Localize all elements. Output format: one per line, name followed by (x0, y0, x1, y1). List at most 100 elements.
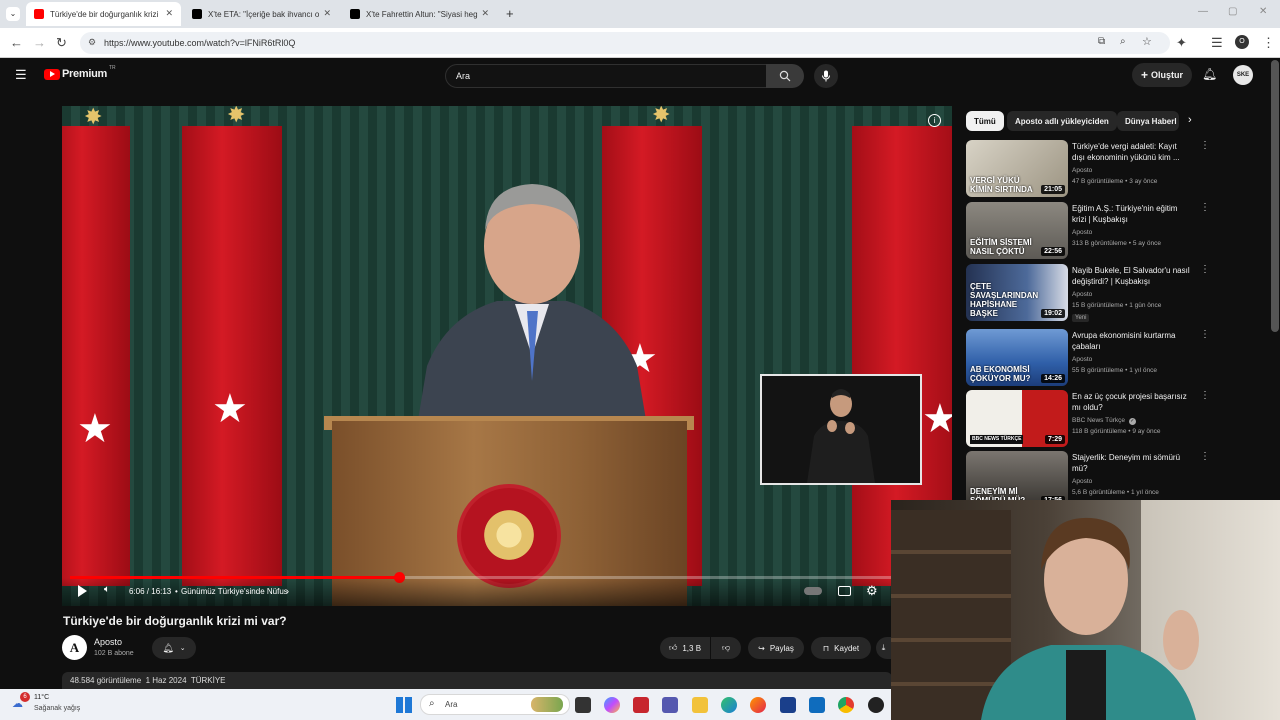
file-explorer-icon[interactable] (692, 697, 708, 713)
chrome-icon[interactable] (838, 697, 854, 713)
store-app-icon[interactable] (780, 697, 796, 713)
browser-tab-x-altun[interactable]: X'te Fahrettin Altun: "Siyasi heg ✕ (342, 2, 497, 26)
like-button[interactable]: 👍︎ 1,3 B (660, 637, 710, 659)
minimize-window-icon[interactable]: — (1198, 6, 1208, 17)
recommendation-channel[interactable]: Aposto (1072, 291, 1092, 298)
browser-tab-x-eta[interactable]: X'te ETA: "İçeriğe bak ihvancı o ✕ (184, 2, 339, 26)
video-title: Türkiye'de bir doğurganlık krizi mi var? (63, 614, 287, 628)
profile-icon[interactable]: O (1235, 35, 1249, 49)
new-tab-icon[interactable]: + (506, 6, 514, 21)
reload-icon[interactable]: ↻ (56, 35, 67, 51)
chip-from-uploader[interactable]: Aposto adlı yükleyiciden (1007, 111, 1117, 131)
recommendation-title[interactable]: Türkiye'de vergi adaleti: Kayıt dışı eko… (1072, 141, 1190, 163)
recommendation-title[interactable]: Stajyerlik: Deneyim mi sömürü mü? (1072, 452, 1190, 474)
tab-label: X'te Fahrettin Altun: "Siyasi heg (366, 9, 478, 19)
settings-gear-icon[interactable]: ⚙ (866, 583, 878, 599)
recommendation-channel[interactable]: BBC News Türkçe ✓ (1072, 417, 1136, 425)
maximize-window-icon[interactable]: ▢ (1228, 6, 1237, 17)
recommendation-item[interactable]: VERGİ YÜKÜ KİMİN SIRTINDA 21:05 Türkiye'… (966, 140, 1216, 198)
url-field[interactable]: ⚙ https://www.youtube.com/watch?v=lFNiR6… (80, 32, 1170, 54)
close-tab-icon[interactable]: ✕ (165, 8, 173, 19)
recommendation-title[interactable]: En az üç çocuk projesi başarısız mı oldu… (1072, 391, 1190, 413)
recommendation-channel[interactable]: Aposto (1072, 478, 1092, 485)
video-thumbnail[interactable]: VERGİ YÜKÜ KİMİN SIRTINDA 21:05 (966, 140, 1068, 197)
chips-next-chevron-icon[interactable]: › (1188, 114, 1192, 126)
hamburger-menu-icon[interactable]: ☰ (15, 67, 27, 83)
channel-avatar[interactable]: A (62, 635, 87, 660)
copilot-icon[interactable] (604, 697, 620, 713)
search-button[interactable] (766, 64, 804, 88)
zoom-icon[interactable]: ⌕ (1120, 36, 1126, 47)
recommendation-channel[interactable]: Aposto (1072, 356, 1092, 363)
taskbar-search[interactable]: ⌕ Ara (420, 694, 570, 715)
search-input[interactable]: Ara (445, 64, 767, 88)
video-player[interactable]: ★ ★ ★ ★ ✸ ✸ ✸ i 🔈︎ 6:06 / 16:13 • Günümü… (62, 106, 952, 606)
video-thumbnail[interactable]: BBC NEWS TÜRKÇE 7:29 (966, 390, 1068, 447)
teams-icon[interactable] (662, 697, 678, 713)
chapter-title[interactable]: Günümüz Türkiye'sinde Nüfus (181, 587, 288, 596)
more-options-icon[interactable]: ⋮ (1200, 202, 1210, 213)
edge-browser-icon[interactable] (721, 697, 737, 713)
chapter-chevron-icon[interactable]: › (286, 586, 289, 596)
share-button[interactable]: ↪ Paylaş (748, 637, 804, 659)
video-thumbnail[interactable]: ÇETE SAVAŞLARINDAN HAPİSHANE BAŞKE 19:02 (966, 264, 1068, 321)
dislike-button[interactable]: 👎︎ (711, 637, 741, 659)
download-button[interactable]: ⤓ (876, 637, 891, 659)
more-options-icon[interactable]: ⋮ (1200, 140, 1210, 151)
recommendation-title[interactable]: Avrupa ekonomisini kurtarma çabaları (1072, 330, 1190, 352)
more-options-icon[interactable]: ⋮ (1200, 329, 1210, 340)
extensions-icon[interactable]: ✦ (1176, 35, 1187, 51)
task-view-icon[interactable] (575, 697, 591, 713)
subscription-bell-button[interactable]: 🔔︎ ⌄ (152, 637, 196, 659)
more-options-icon[interactable]: ⋮ (1200, 390, 1210, 401)
thumbnail-caption: AB EKONOMİSİ ÇÖKÜYOR MU? (970, 365, 1031, 383)
obs-icon[interactable] (868, 697, 884, 713)
recommendation-item[interactable]: ÇETE SAVAŞLARINDAN HAPİSHANE BAŞKE 19:02… (966, 264, 1216, 322)
close-window-icon[interactable]: ✕ (1259, 6, 1267, 17)
account-avatar[interactable]: SKE (1233, 65, 1253, 85)
forward-icon[interactable]: → (33, 35, 46, 50)
player-controls: 🔈︎ 6:06 / 16:13 • Günümüz Türkiye'sinde … (62, 578, 952, 606)
windows-start-icon[interactable] (396, 697, 412, 713)
page-scrollbar[interactable] (1271, 60, 1279, 332)
outlook-icon[interactable] (809, 697, 825, 713)
video-thumbnail[interactable]: EĞİTİM SİSTEMİ NASIL ÇÖKTÜ 22:56 (966, 202, 1068, 259)
recommendation-item[interactable]: BBC NEWS TÜRKÇE 7:29 En az üç çocuk proj… (966, 390, 1216, 448)
reading-list-icon[interactable]: ☰ (1211, 35, 1223, 51)
recommendation-title[interactable]: Nayib Bukele, El Salvador'u nasıl değişt… (1072, 265, 1190, 287)
recommendation-item[interactable]: AB EKONOMİSİ ÇÖKÜYOR MU? 14:26 Avrupa ek… (966, 329, 1216, 387)
tab-list-dropdown-icon[interactable]: ⌄ (6, 7, 20, 21)
notification-count-badge: 6 (20, 692, 30, 702)
play-icon[interactable] (78, 585, 87, 597)
close-tab-icon[interactable]: ✕ (481, 8, 489, 19)
voice-search-button[interactable] (814, 64, 838, 88)
back-icon[interactable]: ← (10, 35, 23, 50)
install-app-icon[interactable]: ⧉ (1098, 36, 1105, 47)
browser-menu-icon[interactable]: ⋮ (1262, 35, 1275, 51)
browser-tab-youtube[interactable]: Türkiye'de bir doğurganlık krizi ✕ (26, 2, 181, 26)
chip-world-news[interactable]: Dünya Haberl (1117, 111, 1179, 131)
channel-name[interactable]: Aposto (94, 637, 122, 647)
chip-all[interactable]: Tümü (966, 111, 1004, 131)
recommendation-channel[interactable]: Aposto (1072, 167, 1092, 174)
info-icon[interactable]: i (928, 114, 941, 127)
notifications-bell-icon[interactable]: 🔔︎ (1202, 67, 1217, 81)
subtitles-icon[interactable] (838, 586, 851, 596)
bookmark-star-icon[interactable]: ☆ (1142, 35, 1152, 48)
site-info-icon[interactable]: ⚙ (88, 37, 96, 48)
recommendation-channel[interactable]: Aposto (1072, 229, 1092, 236)
autoplay-toggle[interactable] (804, 587, 822, 595)
create-button[interactable]: + Oluştur (1132, 63, 1192, 87)
video-thumbnail[interactable]: AB EKONOMİSİ ÇÖKÜYOR MU? 14:26 (966, 329, 1068, 386)
firefox-icon[interactable] (750, 697, 766, 713)
recommendation-title[interactable]: Eğitim A.Ş.: Türkiye'nin eğitim krizi | … (1072, 203, 1190, 225)
description-box[interactable]: 48.584 görüntüleme 1 Haz 2024 TÜRKİYE (62, 672, 892, 690)
volume-icon[interactable]: 🔈︎ (104, 584, 110, 595)
pdf-app-icon[interactable] (633, 697, 649, 713)
close-tab-icon[interactable]: ✕ (323, 8, 331, 19)
more-options-icon[interactable]: ⋮ (1200, 451, 1210, 462)
more-options-icon[interactable]: ⋮ (1200, 264, 1210, 275)
recommendation-item[interactable]: EĞİTİM SİSTEMİ NASIL ÇÖKTÜ 22:56 Eğitim … (966, 202, 1216, 260)
save-button[interactable]: ⊓ Kaydet (811, 637, 871, 659)
youtube-logo[interactable]: Premium TR (44, 65, 116, 80)
